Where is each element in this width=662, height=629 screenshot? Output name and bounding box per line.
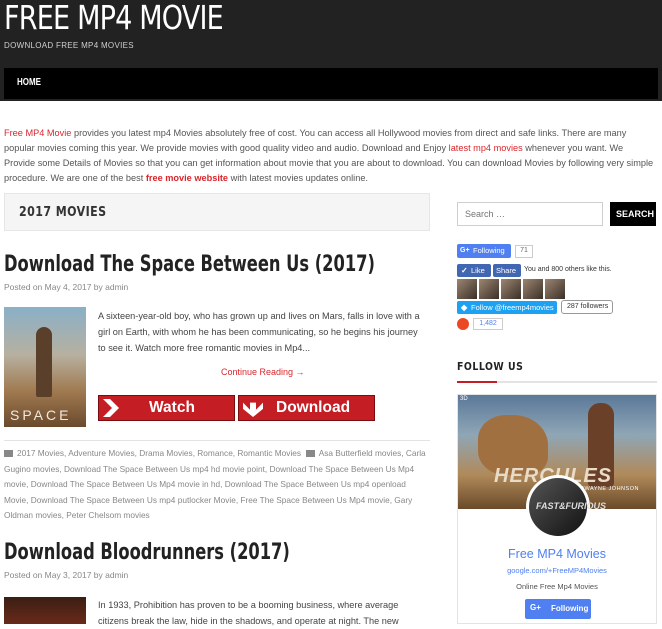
post-tags: 2017 Movies, Adventure Movies, Drama Mov…: [4, 446, 432, 524]
download-button[interactable]: Download: [238, 395, 375, 421]
play-arrow-icon: [103, 399, 119, 417]
twitter-count: 287 followers: [561, 300, 613, 314]
twitter-bird-icon: ◆: [461, 303, 468, 312]
gplus-follow-label: Following: [473, 246, 505, 255]
thumbs-up-icon: ✓: [461, 266, 468, 275]
post-meta-2: Posted on May 3, 2017 by admin: [4, 570, 129, 580]
intro-link-free-movie-website[interactable]: free movie website: [146, 173, 228, 183]
post-excerpt: A sixteen-year-old boy, who has grown up…: [98, 311, 420, 353]
intro-link-free-mp4-movie[interactable]: Free MP4 Movie: [4, 128, 71, 138]
post-title[interactable]: Download The Space Between Us (2017): [4, 252, 375, 277]
stumbleupon-icon[interactable]: [457, 318, 469, 330]
follow-us-title: FOLLOW US: [457, 360, 524, 373]
profile-name[interactable]: Free MP4 Movies: [458, 547, 656, 561]
category-links[interactable]: 2017 Movies, Adventure Movies, Drama Mov…: [17, 448, 301, 458]
fb-like-label: Like: [471, 266, 485, 275]
tag-icon: [305, 450, 315, 458]
site-header: FREE MP4 MOVIE DOWNLOAD FREE MP4 MOVIES …: [0, 0, 662, 101]
gplus-count: 71: [515, 245, 533, 258]
search-button[interactable]: SEARCH: [610, 202, 656, 226]
avatar[interactable]: [479, 279, 499, 299]
intro-text: Free MP4 Movie provides you latest mp4 M…: [4, 126, 656, 186]
post-thumbnail[interactable]: SPACE: [4, 307, 86, 427]
gplus-profile-card: HERCULES DWAYNE JOHNSON 3D FAST&FURIOUS …: [457, 394, 657, 624]
post-title-2[interactable]: Download Bloodrunners (2017): [4, 540, 290, 565]
follow-us-underline: [457, 381, 657, 383]
category-title: 2017 MOVIES: [19, 205, 107, 220]
cover-3d: 3D: [460, 396, 468, 402]
avatar[interactable]: [501, 279, 521, 299]
main-nav: HOME: [4, 68, 658, 99]
watch-label: Watch: [149, 399, 195, 416]
post-excerpt-2: In 1933, Prohibition has proven to be a …: [98, 600, 399, 626]
avatar[interactable]: [545, 279, 565, 299]
category-header: 2017 MOVIES: [4, 193, 430, 231]
avatar[interactable]: [457, 279, 477, 299]
avatar[interactable]: [523, 279, 543, 299]
profile-description: Online Free Mp4 Movies: [516, 582, 598, 591]
poster-title: SPACE: [10, 407, 72, 423]
gplus-card-follow-label: Following: [551, 604, 589, 613]
avatar-text: FAST&FURIOUS: [536, 501, 607, 511]
post-meta: Posted on May 4, 2017 by admin: [4, 282, 129, 292]
post-divider: [4, 440, 430, 441]
intro-link-latest-movies[interactable]: latest mp4 movies: [449, 143, 523, 153]
gplus-icon: G+: [460, 247, 470, 254]
fb-friends: [457, 279, 567, 299]
folder-icon: [4, 450, 13, 458]
search-input[interactable]: [457, 202, 603, 226]
site-tagline: DOWNLOAD FREE MP4 MOVIES: [4, 41, 134, 50]
stumbleupon-count: 1,482: [473, 318, 503, 330]
watch-button[interactable]: Watch: [98, 395, 235, 421]
continue-reading-link[interactable]: Continue Reading →: [221, 367, 305, 377]
fb-social-text: You and 800 others like this.: [524, 266, 612, 273]
cover-actor: DWAYNE JOHNSON: [580, 486, 639, 492]
gplus-follow-button[interactable]: G+ Following: [457, 244, 511, 258]
fb-share-button[interactable]: Share: [493, 264, 521, 277]
tag-links[interactable]: Asa Butterfield movies, Carla Gugino mov…: [4, 448, 426, 520]
download-arrow-icon: [243, 402, 263, 417]
gplus-icon: G+: [530, 603, 541, 612]
fb-like-button[interactable]: ✓ Like: [457, 264, 491, 277]
post-thumbnail-2[interactable]: [4, 597, 86, 624]
twitter-follow-button[interactable]: ◆ Follow @freemp4movies: [457, 301, 557, 314]
profile-url[interactable]: google.com/+FreeMP4Movies: [458, 566, 656, 575]
avatar[interactable]: FAST&FURIOUS: [526, 475, 606, 539]
intro-text-3: with latest movies updates online.: [228, 173, 368, 183]
twitter-follow-label: Follow @freemp4movies: [471, 303, 554, 312]
site-title[interactable]: FREE MP4 MOVIE: [4, 0, 224, 37]
poster-figure: [36, 327, 52, 397]
nav-item-home[interactable]: HOME: [17, 77, 41, 88]
gplus-card-follow-button[interactable]: G+ Following: [525, 599, 591, 619]
download-label: Download: [276, 399, 351, 416]
